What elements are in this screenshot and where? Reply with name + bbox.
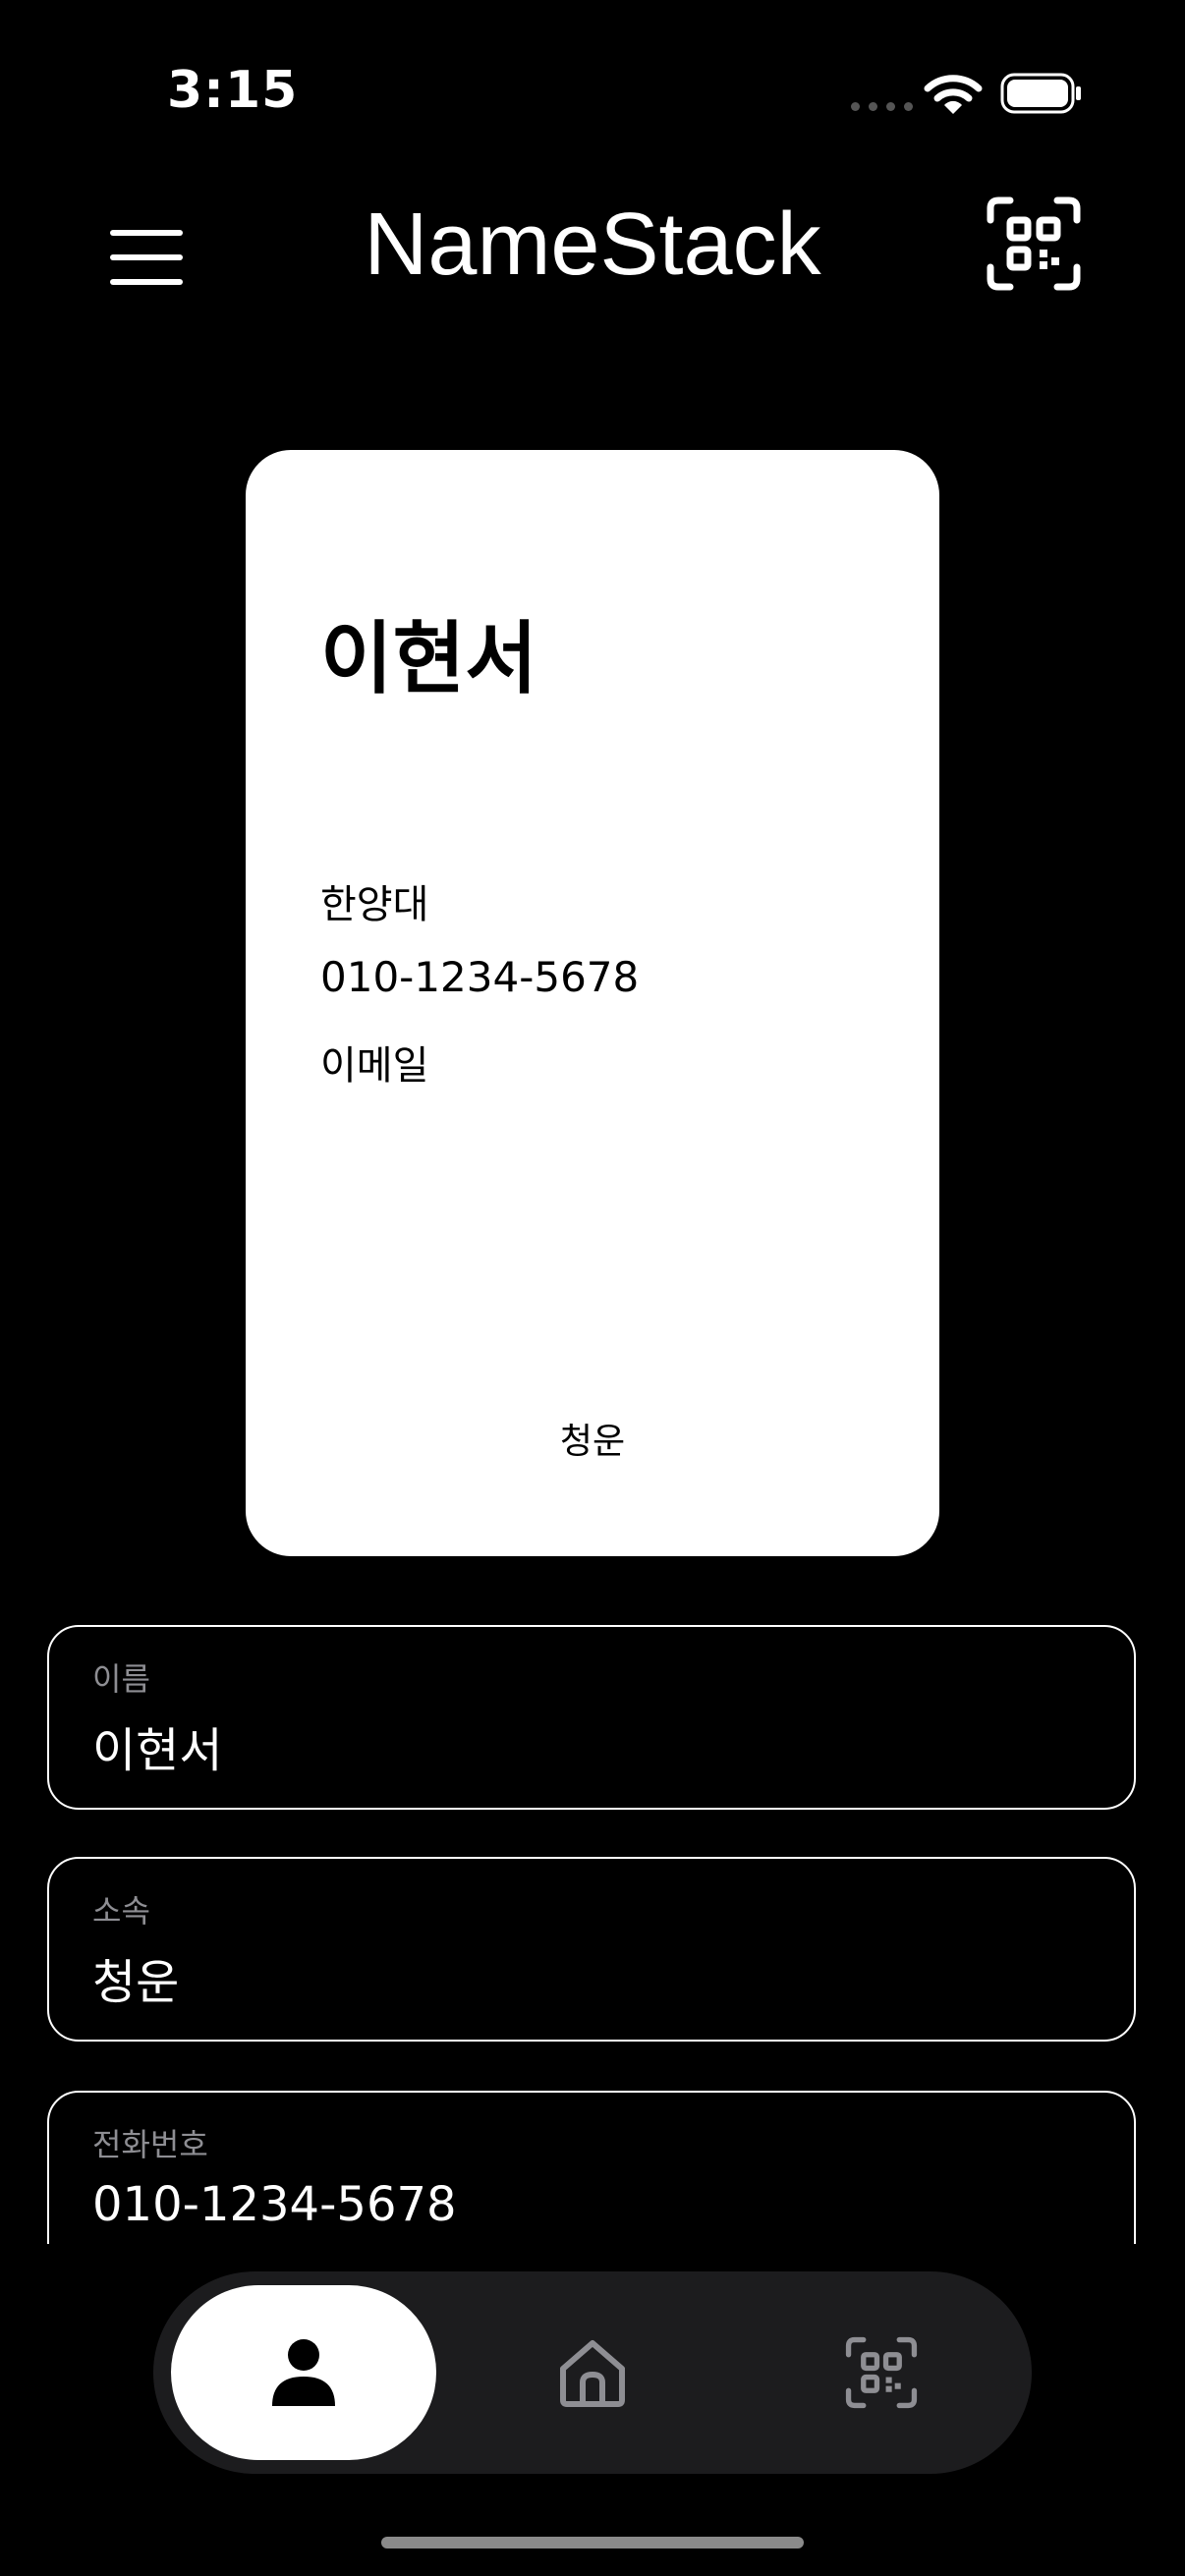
- tab-home[interactable]: [460, 2285, 725, 2460]
- status-bar: 3:15: [0, 0, 1185, 187]
- wifi-icon: [924, 75, 983, 114]
- tab-qr[interactable]: [749, 2285, 1014, 2460]
- battery-icon: [1000, 73, 1081, 114]
- business-card-preview[interactable]: 이현서 한양대 010-1234-5678 이메일 청운: [246, 450, 939, 1556]
- card-name: 이현서: [320, 613, 537, 704]
- affiliation-field-value[interactable]: 청운: [92, 1943, 179, 2012]
- tab-profile[interactable]: [171, 2285, 436, 2460]
- phone-field-value[interactable]: 010-1234-5678: [92, 2177, 457, 2232]
- name-field-label: 이름: [92, 1660, 150, 1698]
- card-email: 이메일: [320, 1043, 429, 1089]
- name-field[interactable]: 이름 이현서: [47, 1625, 1136, 1810]
- affiliation-field[interactable]: 소속 청운: [47, 1857, 1136, 2042]
- affiliation-field-label: 소속: [92, 1892, 150, 1930]
- cellular-signal-icon: [851, 102, 913, 111]
- home-indicator[interactable]: [381, 2537, 804, 2548]
- qr-scan-button[interactable]: [985, 195, 1083, 293]
- fields-scroll-area[interactable]: 이름 이현서 소속 청운 전화번호 010-1234-5678: [0, 1611, 1185, 2244]
- name-field-value[interactable]: 이현서: [92, 1711, 222, 1780]
- bottom-tab-bar: [153, 2271, 1032, 2474]
- home-icon: [560, 2340, 625, 2407]
- card-phone: 010-1234-5678: [320, 953, 640, 1001]
- person-icon: [272, 2339, 335, 2406]
- card-footer: 청운: [559, 1422, 626, 1462]
- qr-code-icon: [845, 2336, 918, 2409]
- qr-code-icon: [987, 196, 1081, 291]
- app-header: NameStack: [0, 187, 1185, 305]
- phone-field[interactable]: 전화번호 010-1234-5678: [47, 2091, 1136, 2244]
- status-time: 3:15: [167, 61, 299, 120]
- card-affiliation: 한양대: [320, 882, 429, 927]
- phone-field-label: 전화번호: [92, 2126, 208, 2163]
